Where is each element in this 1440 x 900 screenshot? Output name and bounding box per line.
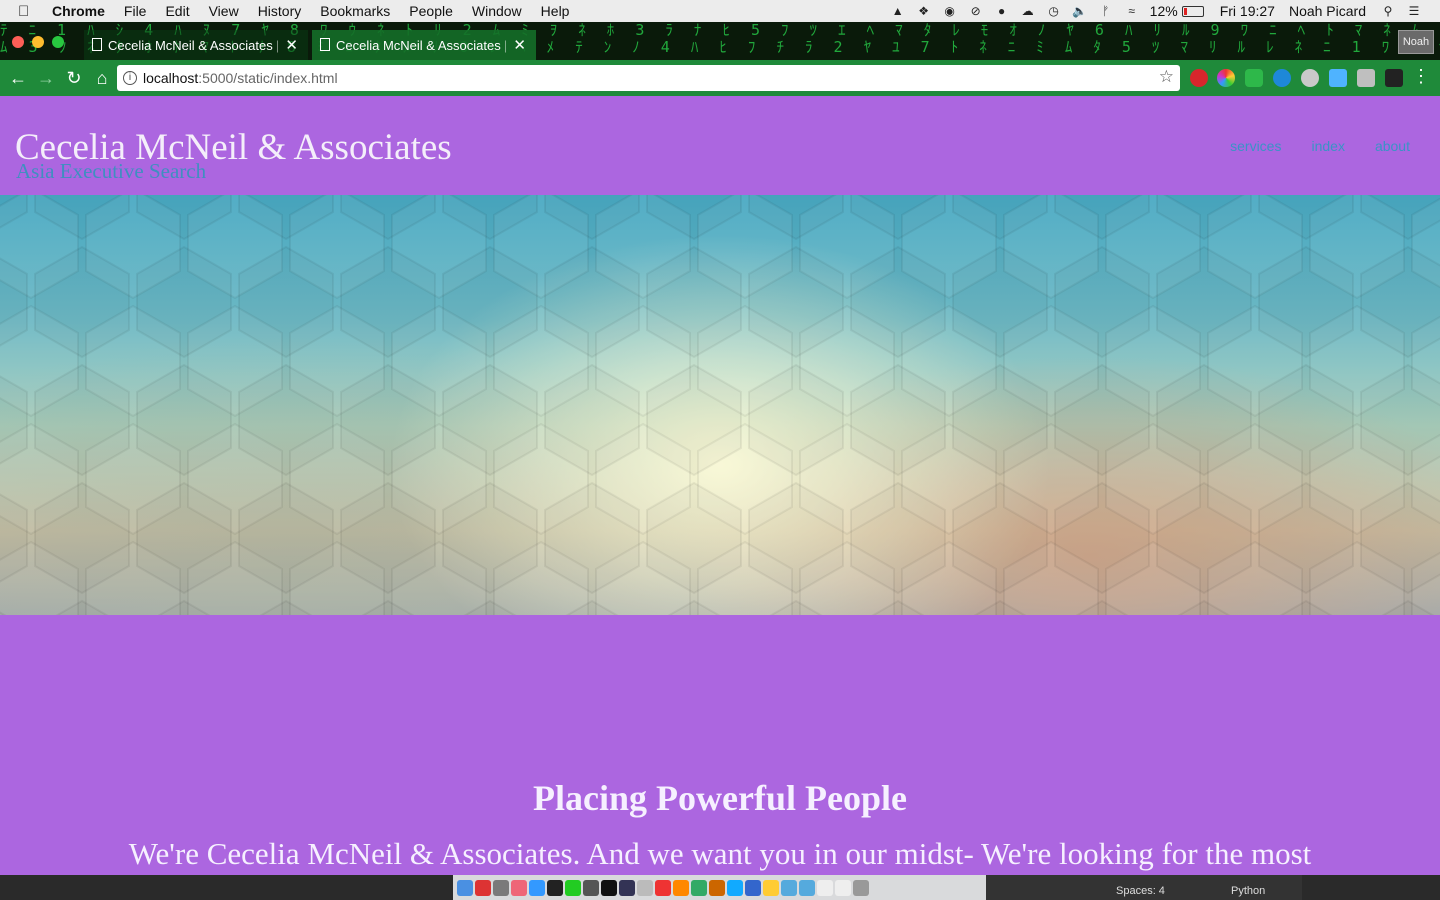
menu-help[interactable]: Help — [541, 3, 570, 19]
home-icon[interactable]: ⌂ — [88, 64, 116, 92]
app-icon[interactable] — [619, 879, 635, 896]
nav-link-about[interactable]: about — [1375, 138, 1410, 154]
menu-edit[interactable]: Edit — [165, 3, 189, 19]
spotlight-search-icon[interactable]: ⚲ — [1380, 3, 1396, 19]
battery-icon[interactable] — [1181, 5, 1204, 17]
notification-center-icon[interactable]: ☰ — [1406, 3, 1422, 19]
browser-tab[interactable]: Cecelia McNeil & Associates | ✕ — [84, 30, 308, 60]
filezilla-icon[interactable] — [655, 879, 671, 896]
tab-close-icon[interactable]: ✕ — [285, 36, 298, 54]
color-picker-extension-icon[interactable] — [1217, 69, 1235, 87]
document-icon[interactable] — [817, 879, 833, 896]
page-icon — [320, 38, 330, 51]
nav-link-services[interactable]: services — [1230, 138, 1281, 154]
spaces-count: Spaces: 4 — [1116, 885, 1165, 897]
app-icon[interactable] — [691, 879, 707, 896]
dock — [453, 875, 986, 900]
menu-people[interactable]: People — [409, 3, 453, 19]
browser-tab-active[interactable]: Cecelia McNeil & Associates | ✕ — [312, 30, 536, 60]
folder-icon[interactable] — [781, 879, 797, 896]
wifi-icon[interactable]: ≈ — [1124, 3, 1140, 19]
hero-hexagon-banner — [0, 195, 1440, 615]
google-drive-icon[interactable]: ▲ — [890, 3, 906, 19]
terminal-extension-icon[interactable] — [1385, 69, 1403, 87]
app-icon[interactable] — [673, 879, 689, 896]
site-header: Cecelia McNeil & Associates Asia Executi… — [0, 96, 1440, 195]
menu-bar-extras: ▲ ❖ ◉ ⊘ ● ☁ ◷ 🔈 ᚠ ≈ 12% Fri 19:27 Noah P… — [890, 0, 1440, 22]
cloud-icon[interactable]: ☁ — [1020, 3, 1036, 19]
menu-user-name[interactable]: Noah Picard — [1289, 3, 1366, 19]
menu-history[interactable]: History — [258, 3, 302, 19]
menu-file[interactable]: File — [124, 3, 147, 19]
site-info-icon[interactable]: i — [123, 71, 137, 85]
document-icon[interactable] — [835, 879, 851, 896]
vscode-icon[interactable] — [745, 879, 761, 896]
tab-title: Cecelia McNeil & Associates | — [108, 37, 278, 53]
url-host: localhost — [143, 70, 199, 86]
finder-icon[interactable] — [457, 879, 473, 896]
menu-window[interactable]: Window — [472, 3, 522, 19]
menu-app-chrome[interactable]: Chrome — [52, 3, 105, 19]
settings-icon[interactable] — [583, 879, 599, 896]
apple-menu-icon[interactable]:  — [18, 3, 38, 20]
profile-button[interactable]: Noah — [1398, 30, 1434, 54]
bluetooth-icon[interactable]: ᚠ — [1098, 3, 1114, 19]
alien-icon[interactable]: ● — [994, 3, 1010, 19]
record-icon[interactable] — [547, 879, 563, 896]
sync-icon[interactable]: ⊘ — [968, 3, 984, 19]
menu-clock[interactable]: Fri 19:27 — [1220, 3, 1275, 19]
itunes-icon[interactable] — [511, 879, 527, 896]
window-zoom-button[interactable] — [52, 36, 64, 48]
app-icon[interactable] — [637, 879, 653, 896]
reload-icon[interactable]: ↻ — [60, 64, 88, 92]
diamond-extension-icon[interactable] — [1329, 69, 1347, 87]
app-icon[interactable] — [763, 879, 779, 896]
page-icon — [92, 38, 102, 51]
tab-close-icon[interactable]: ✕ — [513, 36, 526, 54]
menu-bookmarks[interactable]: Bookmarks — [320, 3, 390, 19]
app-icon[interactable] — [709, 879, 725, 896]
creative-cloud-icon[interactable]: ◉ — [942, 3, 958, 19]
nav-link-index[interactable]: index — [1311, 138, 1344, 154]
forward-arrow-icon[interactable]: → — [32, 64, 60, 92]
time-machine-icon[interactable]: ◷ — [1046, 3, 1062, 19]
tab-title: Cecelia McNeil & Associates | — [336, 37, 506, 53]
site-nav: services index about — [1230, 138, 1410, 154]
terminal-icon[interactable] — [601, 879, 617, 896]
window-close-button[interactable] — [12, 36, 24, 48]
address-bar[interactable]: i localhost:5000/static/index.html ☆ — [117, 65, 1180, 91]
messages-icon[interactable] — [565, 879, 581, 896]
status-strip: Spaces: 4 Python — [986, 875, 1302, 900]
calendar-icon[interactable] — [475, 879, 491, 896]
hexagon-pattern — [0, 195, 1440, 615]
page-viewport: Cecelia McNeil & Associates Asia Executi… — [0, 96, 1440, 875]
browser-toolbar: ← → ↻ ⌂ i localhost:5000/static/index.ht… — [0, 60, 1440, 96]
url-path: :5000/static/index.html — [198, 70, 338, 86]
macos-menu-bar:  Chrome File Edit View History Bookmark… — [0, 0, 1440, 22]
bookmark-star-icon[interactable]: ☆ — [1159, 67, 1174, 87]
window-minimize-button[interactable] — [32, 36, 44, 48]
site-subtitle: Asia Executive Search — [16, 159, 207, 183]
browser-tab-strip: ﾃ ﾆ 1 ﾊ ｼ 4 ﾊ ﾇ 7 ﾔ 8 ﾜ ｳ ﾈ ﾄ ﾘ 2 ﾑ ﾐ ｦ … — [0, 22, 1440, 60]
hangouts-extension-icon[interactable] — [1245, 69, 1263, 87]
blue-extension-icon[interactable] — [1273, 69, 1291, 87]
menu-view[interactable]: View — [209, 3, 239, 19]
chrome-menu-icon[interactable]: ⋮ — [1412, 66, 1430, 87]
crx-extension-icon[interactable] — [1357, 69, 1375, 87]
back-arrow-icon[interactable]: ← — [4, 64, 32, 92]
intro-section: Placing Powerful People We're Cecelia Mc… — [0, 615, 1440, 875]
trash-icon[interactable] — [853, 879, 869, 896]
folder-icon[interactable] — [799, 879, 815, 896]
pocket-extension-icon[interactable] — [1301, 69, 1319, 87]
skype-icon[interactable] — [727, 879, 743, 896]
battery-percent: 12% — [1149, 3, 1178, 19]
language-indicator: Python — [1231, 885, 1266, 897]
volume-icon[interactable]: 🔈 — [1072, 3, 1088, 19]
app-store-icon[interactable] — [529, 879, 545, 896]
hero-headline: Placing Powerful People — [533, 778, 907, 818]
dropbox-icon[interactable]: ❖ — [916, 3, 932, 19]
adblock-extension-icon[interactable] — [1190, 69, 1208, 87]
photos-icon[interactable] — [493, 879, 509, 896]
intro-paragraph: We're Cecelia McNeil & Associates. And w… — [128, 836, 1312, 871]
